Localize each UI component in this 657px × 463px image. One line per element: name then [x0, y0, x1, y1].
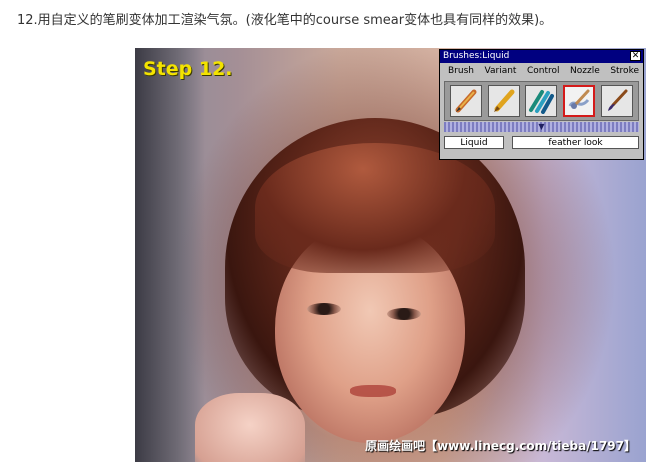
brush-category-field[interactable]: Liquid: [444, 136, 504, 149]
watermark: 原画绘画吧【www.linecg.com/tieba/1797】: [365, 439, 636, 453]
caption-text: 12.用自定义的笔刷变体加工渲染气氛。(液化笔中的course smear变体也…: [17, 13, 553, 28]
painting-left-eye: [307, 303, 341, 315]
brush-pencil[interactable]: [449, 85, 482, 117]
brushes-palette: Brushes:Liquid ✕ Brush Variant Control N…: [439, 49, 644, 160]
palette-title: Brushes:Liquid: [443, 51, 510, 61]
palette-titlebar[interactable]: Brushes:Liquid ✕: [440, 50, 643, 63]
menu-nozzle[interactable]: Nozzle: [570, 64, 600, 78]
painting-hand: [195, 393, 305, 462]
markers-brush-icon: [529, 90, 555, 114]
menu-stroke[interactable]: Stroke: [610, 64, 639, 78]
painting-right-eye: [387, 308, 421, 320]
palette-menu-bar: Brush Variant Control Nozzle Stroke: [440, 63, 643, 78]
pencil-brush-icon: [455, 89, 477, 113]
brush-markers[interactable]: [525, 85, 558, 117]
brush-fields: Liquid feather look: [444, 136, 639, 149]
liquid-smear-brush-icon: [568, 89, 590, 109]
brush-variant-field[interactable]: feather look: [512, 136, 639, 149]
paintbrush-brush-icon: [608, 89, 628, 111]
painting-bangs: [255, 143, 495, 273]
close-icon[interactable]: ✕: [630, 51, 641, 61]
brush-variant-strip[interactable]: ▼: [444, 122, 639, 132]
step-label: Step 12.: [143, 58, 233, 80]
menu-control[interactable]: Control: [527, 64, 560, 78]
chevron-down-icon[interactable]: ▼: [538, 123, 544, 131]
painting-curtain: [135, 48, 205, 462]
painting-mouth: [350, 385, 396, 397]
menu-variant[interactable]: Variant: [485, 64, 517, 78]
felt-pen-brush-icon: [493, 89, 515, 112]
menu-brush[interactable]: Brush: [448, 64, 474, 78]
brush-selector-row: [444, 81, 639, 121]
brush-liquid-smear[interactable]: [563, 85, 596, 117]
brush-felt-pen[interactable]: [487, 85, 520, 117]
brush-paintbrush[interactable]: [601, 85, 634, 117]
